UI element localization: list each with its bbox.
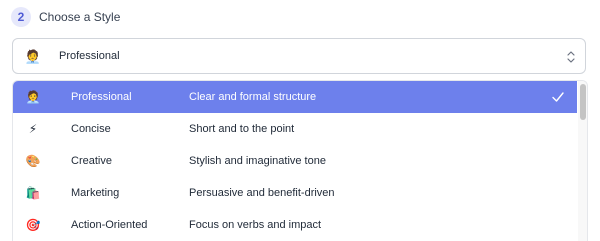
option-description: Stylish and imaginative tone: [189, 155, 326, 167]
option-name: Action-Oriented: [71, 219, 148, 231]
style-select[interactable]: 🧑‍💼 Professional: [12, 38, 586, 74]
step-number-badge: 2: [11, 7, 31, 27]
option-description: Focus on verbs and impact: [189, 219, 322, 231]
option-description: Short and to the point: [189, 123, 295, 135]
option-name: Professional: [71, 91, 132, 103]
palette-icon: 🎨: [25, 154, 41, 168]
chevron-up-down-icon: [567, 51, 575, 63]
professional-person-icon: 🧑‍💼: [24, 48, 42, 64]
step-header: 2 Choose a Style: [11, 7, 120, 27]
option-description: Persuasive and benefit-driven: [189, 187, 335, 199]
dropdown-scrollbar[interactable]: [578, 81, 587, 241]
option-description: Clear and formal structure: [189, 91, 317, 103]
style-option-marketing[interactable]: 🛍️ Marketing Persuasive and benefit-driv…: [13, 177, 577, 209]
professional-person-icon: 🧑‍💼: [25, 90, 41, 104]
checkmark-icon: [552, 92, 564, 102]
lightning-icon: ⚡: [28, 122, 38, 136]
style-option-professional[interactable]: 🧑‍💼 Professional Clear and formal struct…: [13, 81, 577, 113]
style-picker: 2 Choose a Style 🧑‍💼 Professional 🧑‍💼 Pr…: [0, 0, 600, 241]
option-name: Creative: [71, 155, 112, 167]
option-name: Concise: [71, 123, 111, 135]
scrollbar-thumb[interactable]: [580, 84, 586, 120]
style-option-action-oriented[interactable]: 🎯 Action-Oriented Focus on verbs and imp…: [13, 209, 577, 241]
style-select-value: Professional: [59, 50, 120, 62]
style-option-creative[interactable]: 🎨 Creative Stylish and imaginative tone: [13, 145, 577, 177]
option-name: Marketing: [71, 187, 120, 199]
shopping-bags-icon: 🛍️: [25, 186, 41, 200]
step-title: Choose a Style: [39, 10, 121, 24]
style-option-concise[interactable]: ⚡ Concise Short and to the point: [13, 113, 577, 145]
target-icon: 🎯: [25, 218, 41, 232]
style-options-list: 🧑‍💼 Professional Clear and formal struct…: [12, 80, 588, 241]
